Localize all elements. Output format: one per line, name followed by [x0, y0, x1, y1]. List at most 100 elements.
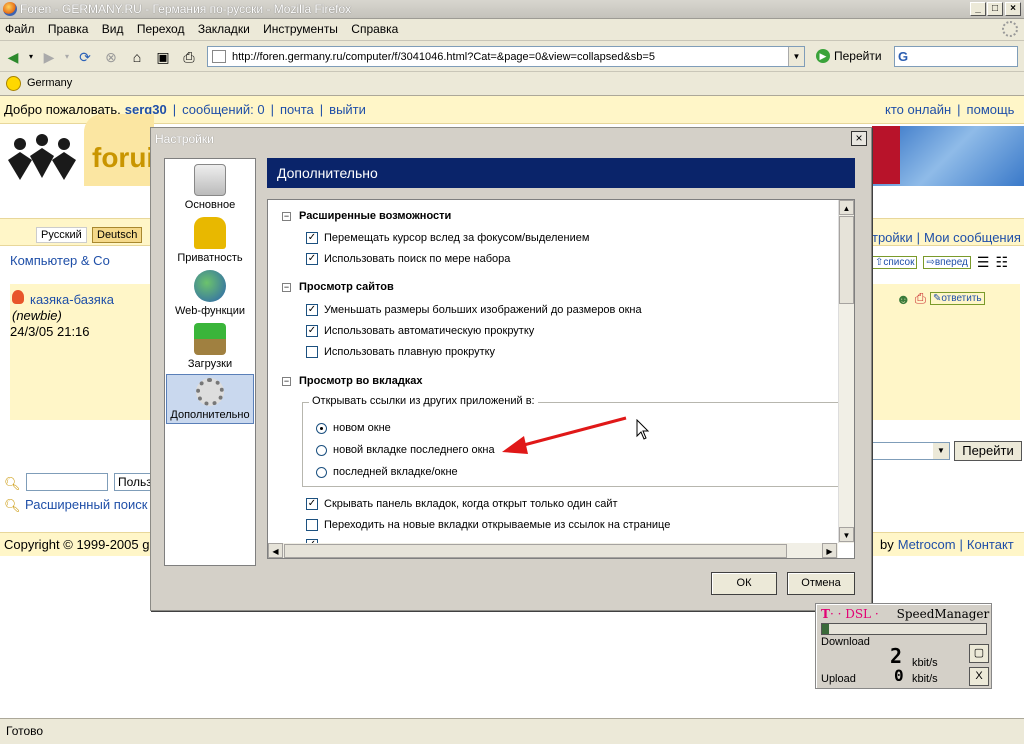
search-user-select[interactable]: Польз [114, 473, 154, 491]
checkbox-checked-icon[interactable]: ✓ [306, 253, 318, 265]
advanced-search-link[interactable]: Расширенный поиск г [25, 497, 156, 512]
forward-arrow-icon[interactable]: ▶ [40, 48, 58, 66]
forum-jump-select[interactable]: ▼ [872, 442, 950, 460]
minimize-button[interactable]: _ [970, 2, 986, 16]
print-icon[interactable]: ⎙ [180, 48, 198, 66]
dialog-titlebar: Настройки × [151, 128, 871, 150]
my-messages-link[interactable]: Мои сообщения [924, 230, 1021, 245]
lang-german[interactable]: Deutsch [92, 227, 143, 243]
collapse-icon[interactable]: − [282, 282, 291, 292]
view-list-icon[interactable]: ☰ [977, 254, 990, 271]
reply-button[interactable]: ✎ответить [929, 292, 985, 305]
bookmark-germany[interactable]: Germany [27, 77, 72, 89]
category-downloads[interactable]: Загрузки [166, 323, 254, 370]
category-general[interactable]: Основное [166, 164, 254, 211]
metrocom-link[interactable]: Metrocom [898, 537, 956, 552]
author-link[interactable]: казяка-базяка [30, 292, 114, 307]
radio-icon[interactable] [316, 466, 327, 478]
print-post-icon[interactable]: ⎙ [915, 290, 926, 307]
contact-link[interactable]: Контакт [967, 537, 1014, 552]
menu-view[interactable]: Вид [97, 19, 129, 36]
new-window-icon[interactable]: ▣ [154, 48, 172, 66]
view-tree-icon[interactable]: ☷ [995, 254, 1008, 271]
menu-tools[interactable]: Инструменты [258, 19, 343, 36]
radio-last-tab[interactable]: последней вкладке/окне [316, 466, 458, 478]
restore-widget-button[interactable]: ▢ [969, 644, 989, 663]
menu-go[interactable]: Переход [132, 19, 190, 36]
category-web-features[interactable]: Web-функции [166, 270, 254, 317]
mail-link[interactable]: почта [280, 102, 314, 117]
collapse-icon[interactable]: − [282, 376, 291, 386]
category-advanced[interactable]: Дополнительно [166, 374, 254, 424]
status-bar: Готово [0, 718, 1024, 744]
scroll-down-icon[interactable]: ▼ [839, 527, 854, 542]
option-smooth-scroll[interactable]: Использовать плавную прокрутку [306, 346, 495, 358]
option-switch-new-tabs[interactable]: Переходить на новые вкладки открываемые … [306, 519, 670, 531]
option-autoscroll[interactable]: ✓ Использовать автоматическую прокрутку [306, 325, 534, 337]
scroll-up-icon[interactable]: ▲ [839, 200, 854, 215]
logout-link[interactable]: выйти [329, 102, 366, 117]
menu-bookmarks[interactable]: Закладки [193, 19, 255, 36]
help-link[interactable]: помощь [967, 102, 1015, 117]
checkbox-unchecked-icon[interactable] [306, 519, 318, 531]
messages-link[interactable]: сообщений: 0 [182, 102, 265, 117]
dialog-close-button[interactable]: × [851, 131, 867, 146]
home-icon[interactable]: ⌂ [128, 48, 146, 66]
option-resize-images[interactable]: ✓ Уменьшать размеры больших изображений … [306, 304, 642, 316]
forward-button[interactable]: ⇨вперед [923, 256, 971, 269]
upload-unit: kbit/s [912, 673, 938, 685]
radio-new-tab[interactable]: новой вкладке последнего окна [316, 444, 495, 456]
hscroll-thumb[interactable] [284, 544, 787, 558]
close-window-button[interactable]: × [1005, 2, 1021, 16]
forward-dropdown-icon[interactable]: ▾ [58, 48, 76, 66]
breadcrumb-link[interactable]: Компьютер & Co [10, 253, 110, 268]
menu-file[interactable]: Файл [0, 19, 40, 36]
url-dropdown-icon[interactable]: ▼ [788, 47, 804, 66]
checkbox-unchecked-icon[interactable] [306, 346, 318, 358]
scroll-left-icon[interactable]: ◀ [268, 543, 283, 558]
menu-edit[interactable]: Правка [43, 19, 94, 36]
radio-new-window[interactable]: новом окне [316, 422, 391, 434]
settings-link[interactable]: тройки [872, 230, 913, 245]
lang-russian[interactable]: Русский [36, 227, 87, 243]
window-title: Foren - GERMANY.RU - Германия по-русски … [20, 2, 352, 16]
option-find-as-you-type[interactable]: ✓ Использовать поиск по мере набора [306, 253, 510, 265]
checkbox-checked-icon[interactable]: ✓ [306, 325, 318, 337]
scroll-right-icon[interactable]: ▶ [822, 543, 837, 558]
category-privacy[interactable]: Приватность [166, 217, 254, 264]
option-hide-tabbar[interactable]: ✓ Скрывать панель вкладок, когда открыт … [306, 498, 618, 510]
radio-selected-icon[interactable] [316, 422, 327, 434]
settings-dialog: Настройки × Основное Приватность Web-фун… [150, 127, 872, 611]
google-icon: G [898, 49, 909, 64]
smiley-icon [6, 76, 21, 91]
list-button[interactable]: ⇧список [872, 256, 918, 269]
collapse-icon[interactable]: − [282, 211, 291, 221]
stop-icon[interactable]: ⊗ [102, 48, 120, 66]
checkbox-checked-icon[interactable]: ✓ [306, 304, 318, 316]
ok-button[interactable]: ОК [711, 572, 777, 595]
close-widget-button[interactable]: X [969, 667, 989, 686]
maximize-button[interactable]: □ [987, 2, 1003, 16]
search-input[interactable]: G [894, 46, 1018, 67]
who-online-link[interactable]: кто онлайн [885, 102, 951, 117]
dialog-title: Настройки [155, 132, 214, 146]
forum-search-input[interactable] [26, 473, 108, 491]
option-caret-browsing[interactable]: ✓ Перемещать курсор вслед за фокусом/выд… [306, 232, 589, 244]
scroll-thumb[interactable] [839, 216, 854, 304]
go-label: Перейти [834, 49, 882, 63]
url-input[interactable]: http://foren.germany.ru/computer/f/30410… [207, 46, 805, 67]
cancel-button[interactable]: Отмена [787, 572, 855, 595]
checkbox-checked-icon[interactable]: ✓ [306, 232, 318, 244]
reload-icon[interactable]: ⟳ [76, 48, 94, 66]
go-button[interactable]: ▶ Перейти [816, 49, 882, 63]
forum-go-button[interactable]: Перейти [954, 441, 1022, 461]
user-info-icon[interactable]: ☻ [896, 291, 911, 307]
radio-icon[interactable] [316, 444, 327, 456]
back-dropdown-icon[interactable]: ▾ [22, 48, 40, 66]
vertical-scrollbar[interactable]: ▲ ▼ [838, 200, 854, 543]
back-arrow-icon[interactable]: ◀ [4, 48, 22, 66]
url-text: http://foren.germany.ru/computer/f/30410… [232, 50, 655, 63]
menu-help[interactable]: Справка [346, 19, 403, 36]
checkbox-checked-icon[interactable]: ✓ [306, 498, 318, 510]
horizontal-scrollbar[interactable]: ◀ ▶ [268, 543, 838, 558]
